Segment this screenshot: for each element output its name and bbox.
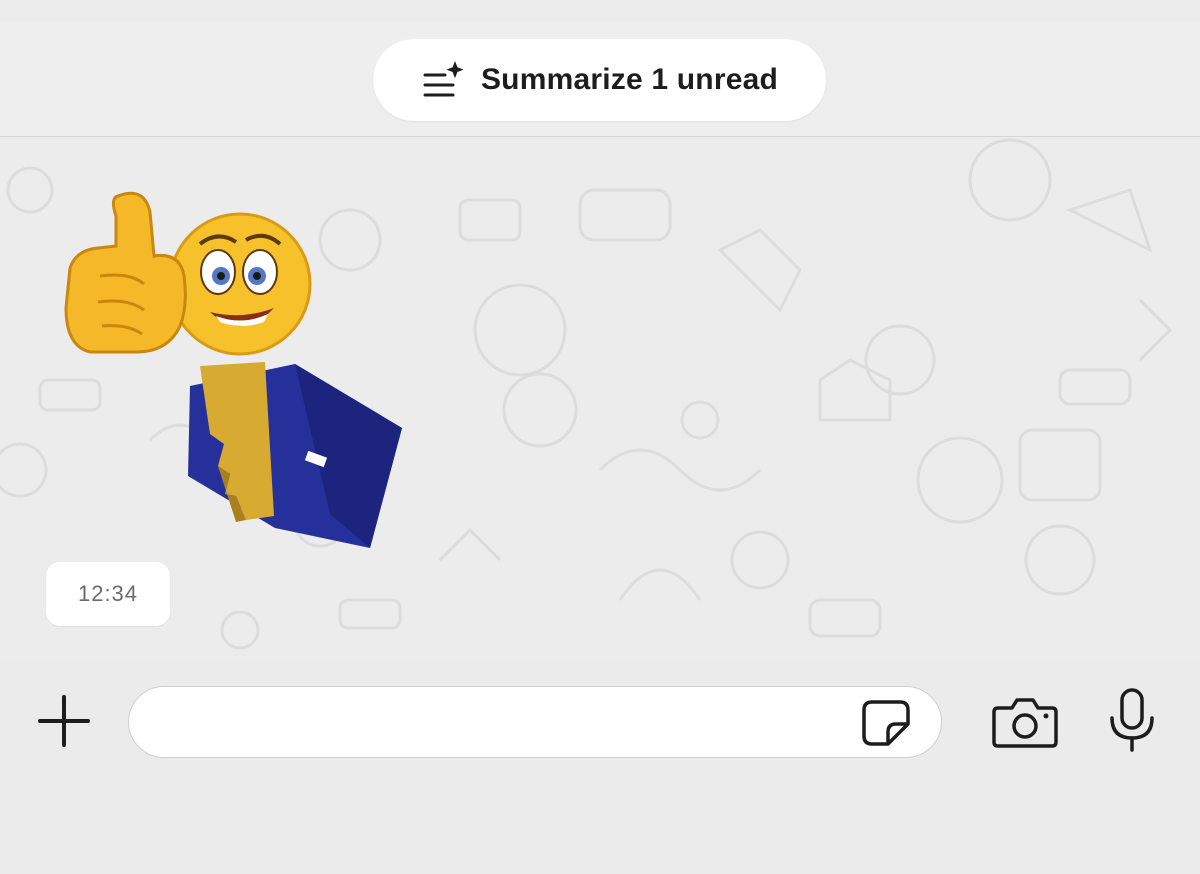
thumbs-up-hand xyxy=(64,191,187,354)
summarize-label: Summarize 1 unread xyxy=(480,63,779,96)
microphone-icon[interactable] xyxy=(1106,686,1158,754)
sparkle-list-icon xyxy=(423,61,463,97)
camera-icon[interactable] xyxy=(992,694,1058,750)
sticker-message[interactable] xyxy=(60,176,410,552)
message-time-bubble: 12:34 xyxy=(46,562,170,626)
message-time: 12:34 xyxy=(77,581,139,606)
message-input[interactable] xyxy=(128,686,942,758)
sticker-icon[interactable] xyxy=(860,698,912,748)
plus-icon[interactable] xyxy=(36,693,92,749)
summarize-unread-button[interactable]: Summarize 1 unread xyxy=(373,39,826,121)
smiley-face xyxy=(168,212,312,356)
